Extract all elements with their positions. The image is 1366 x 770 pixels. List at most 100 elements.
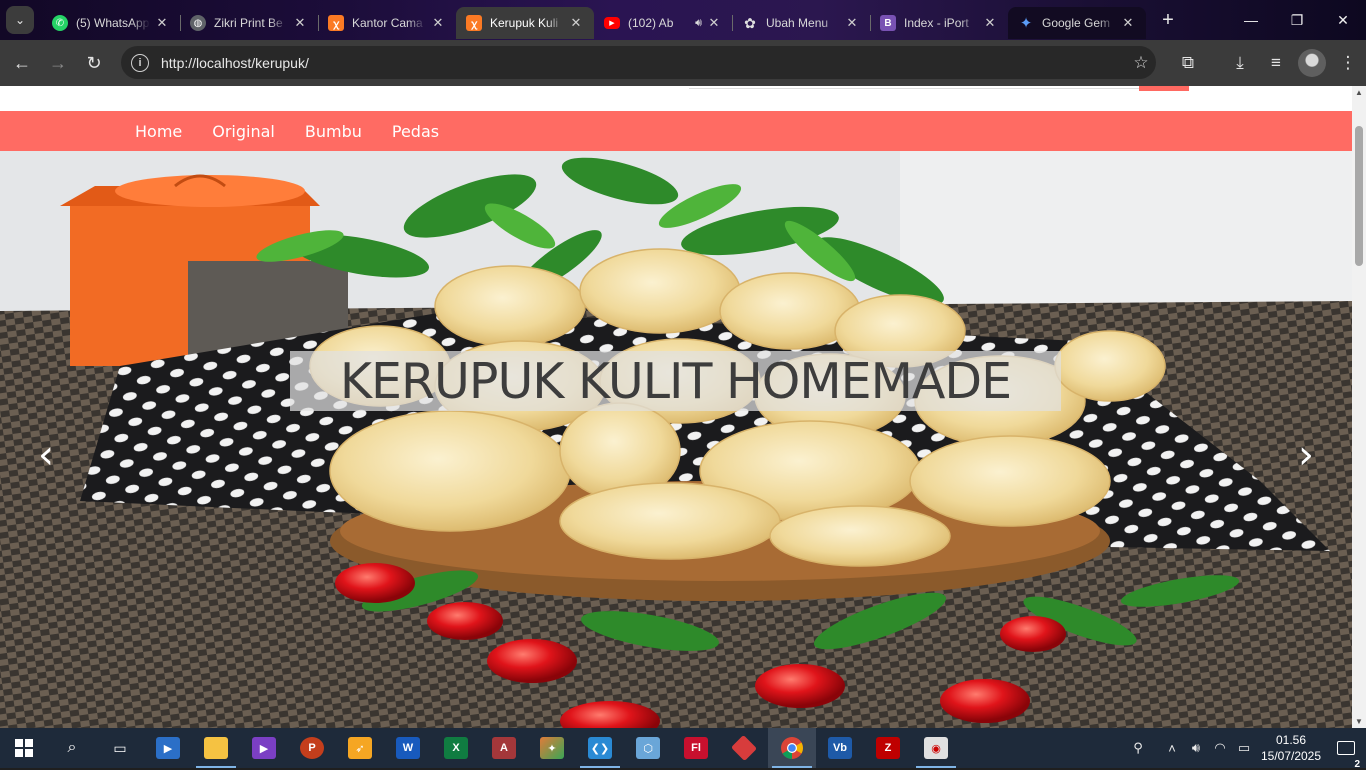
xampp-icon: ꭓ xyxy=(466,15,482,31)
wifi-icon[interactable]: ◠ xyxy=(1208,740,1232,756)
forward-arrow-icon[interactable]: → xyxy=(40,45,76,81)
toolbar-actions: ⧉ ⤓ ≡ ⋮ xyxy=(1170,44,1366,82)
menu-kebab-icon[interactable]: ⋮ xyxy=(1330,45,1366,81)
carousel-next-arrow-icon[interactable]: › xyxy=(1286,432,1326,478)
site-info-icon[interactable]: i xyxy=(131,53,149,72)
taskbar-chrome[interactable] xyxy=(768,728,816,768)
search-icon: ⌕ xyxy=(67,739,77,756)
bookmark-star-icon[interactable]: ☆ xyxy=(1126,53,1156,73)
taskbar-vscode[interactable]: ❮❯ xyxy=(576,728,624,768)
close-icon[interactable]: ✕ xyxy=(154,15,170,31)
tab-youtube[interactable]: ▶ (102) Ab 🔊︎ ✕ xyxy=(594,7,733,39)
filezilla-icon: Z xyxy=(876,737,900,759)
taskbar-bird-app[interactable]: ➶ xyxy=(336,728,384,768)
media-control-icon[interactable]: ≡ xyxy=(1258,45,1294,81)
profile-avatar[interactable] xyxy=(1298,49,1326,77)
notification-center-button[interactable]: 2 xyxy=(1326,741,1366,770)
clock-date: 15/07/2025 xyxy=(1260,749,1322,763)
close-icon[interactable]: ✕ xyxy=(430,15,446,31)
system-clock[interactable]: 01.56 15/07/2025 xyxy=(1256,732,1326,764)
search-button-edge[interactable] xyxy=(1139,86,1189,91)
fl-icon: Fl xyxy=(684,737,708,759)
carousel-prev-arrow-icon[interactable]: ‹ xyxy=(26,432,66,478)
tab-kerupuk-kulit[interactable]: ꭓ Kerupuk Kuli ✕ xyxy=(456,7,594,39)
taskbar-excel[interactable]: X xyxy=(432,728,480,768)
taskbar-filezilla[interactable]: Z xyxy=(864,728,912,768)
url-text[interactable]: http://localhost/kerupuk/ xyxy=(161,55,1126,71)
taskbar-fl-app[interactable]: Fl xyxy=(672,728,720,768)
volume-icon[interactable]: 🔊︎ xyxy=(1184,740,1208,756)
taskbar-diamond-app[interactable] xyxy=(720,728,768,768)
window-close-icon[interactable]: ✕ xyxy=(1320,0,1366,40)
scrollbar-thumb[interactable] xyxy=(1355,126,1363,266)
restore-icon[interactable]: ❐ xyxy=(1274,0,1320,40)
tab-title: Ubah Menu xyxy=(766,16,829,30)
tab-ubah-menu[interactable]: ✿ Ubah Menu ✕ xyxy=(732,7,871,39)
extensions-icon[interactable]: ⧉ xyxy=(1170,45,1206,81)
task-view-button[interactable]: ▭ xyxy=(96,728,144,768)
chevron-up-icon[interactable]: ˄ xyxy=(1160,741,1184,756)
address-bar[interactable]: i http://localhost/kerupuk/ ☆ xyxy=(121,46,1156,79)
taskbar-record-app[interactable]: ◉ xyxy=(912,728,960,768)
minimize-icon[interactable]: — xyxy=(1228,0,1274,40)
tab-title: (5) WhatsApp xyxy=(76,16,150,30)
nav-link-home[interactable]: Home xyxy=(120,122,197,141)
page-scrollbar[interactable]: ▲ ▼ xyxy=(1352,86,1366,728)
hero-image xyxy=(0,151,1352,728)
page-viewport: Home Original Bumbu Pedas KERUPUK KULIT … xyxy=(0,86,1352,728)
reload-icon[interactable]: ↻ xyxy=(76,45,112,81)
tab-kantor-camat[interactable]: ꭓ Kantor Cama ✕ xyxy=(318,7,457,39)
tab-google-gemini[interactable]: ✦ Google Gem ✕ xyxy=(1008,7,1146,39)
search-input-edge[interactable] xyxy=(689,88,1139,89)
taskbar-pattern-app[interactable]: ✦ xyxy=(528,728,576,768)
taskbar-media-player[interactable]: ▶ xyxy=(144,728,192,768)
vscode-icon: ❮❯ xyxy=(588,737,612,759)
tab-title: Zikri Print Be xyxy=(214,16,283,30)
battery-icon[interactable]: ▭ xyxy=(1232,740,1256,756)
close-icon[interactable]: ✕ xyxy=(1120,15,1136,31)
search-button[interactable]: ⌕ xyxy=(48,728,96,768)
tab-title: Google Gem xyxy=(1042,16,1111,30)
tab-iportfolio[interactable]: B Index - iPort ✕ xyxy=(870,7,1009,39)
speaker-icon[interactable]: 🔊︎ xyxy=(695,17,702,30)
taskbar-file-explorer[interactable] xyxy=(192,728,240,768)
powerpoint-icon: P xyxy=(300,737,324,759)
notification-icon xyxy=(1337,741,1355,755)
close-icon[interactable]: ✕ xyxy=(292,15,308,31)
gemini-icon: ✦ xyxy=(1019,15,1033,32)
header-top xyxy=(0,86,1352,111)
scroll-down-icon[interactable]: ▼ xyxy=(1354,717,1364,726)
vb-icon: Vb xyxy=(828,737,852,759)
taskbar-virtualbox[interactable]: ⬡ xyxy=(624,728,672,768)
notification-count: 2 xyxy=(1354,759,1360,770)
nav-link-bumbu[interactable]: Bumbu xyxy=(290,122,377,141)
taskbar-access[interactable]: A xyxy=(480,728,528,768)
tab-zikri-print[interactable]: ◍ Zikri Print Be ✕ xyxy=(180,7,319,39)
back-arrow-icon[interactable]: ← xyxy=(4,45,40,81)
windows-taskbar: ⌕ ▭ ▶ ▶ P ➶ W X A ✦ ❮❯ ⬡ Fl Vb Z ◉ ⚲ ˄ 🔊… xyxy=(0,728,1366,770)
taskbar-powerpoint[interactable]: P xyxy=(288,728,336,768)
taskbar-word[interactable]: W xyxy=(384,728,432,768)
tab-whatsapp[interactable]: ✆ (5) WhatsApp ✕ xyxy=(42,7,181,39)
taskbar-vb-app[interactable]: Vb xyxy=(816,728,864,768)
close-icon[interactable]: ✕ xyxy=(982,15,998,31)
site-navbar: Home Original Bumbu Pedas xyxy=(0,111,1352,151)
start-button[interactable] xyxy=(0,728,48,768)
scroll-up-icon[interactable]: ▲ xyxy=(1354,88,1364,97)
word-icon: W xyxy=(396,737,420,759)
nav-link-pedas[interactable]: Pedas xyxy=(377,122,454,141)
bootstrap-icon: B xyxy=(880,15,896,31)
download-icon[interactable]: ⤓ xyxy=(1222,45,1258,81)
new-tab-button[interactable]: + xyxy=(1154,6,1182,34)
window-controls: — ❐ ✕ xyxy=(1228,0,1366,40)
close-icon[interactable]: ✕ xyxy=(568,15,584,31)
people-icon[interactable]: ⚲ xyxy=(1126,740,1150,756)
close-icon[interactable]: ✕ xyxy=(706,15,722,31)
system-tray: ⚲ ˄ 🔊︎ ◠ ▭ 01.56 15/07/2025 2 xyxy=(1126,728,1366,770)
close-icon[interactable]: ✕ xyxy=(844,15,860,31)
nav-link-original[interactable]: Original xyxy=(197,122,290,141)
taskbar-visual-studio[interactable]: ▶ xyxy=(240,728,288,768)
tab-search-button[interactable]: ⌄ xyxy=(6,6,34,34)
task-view-icon: ▭ xyxy=(113,739,127,756)
windows-logo-icon xyxy=(15,739,33,757)
